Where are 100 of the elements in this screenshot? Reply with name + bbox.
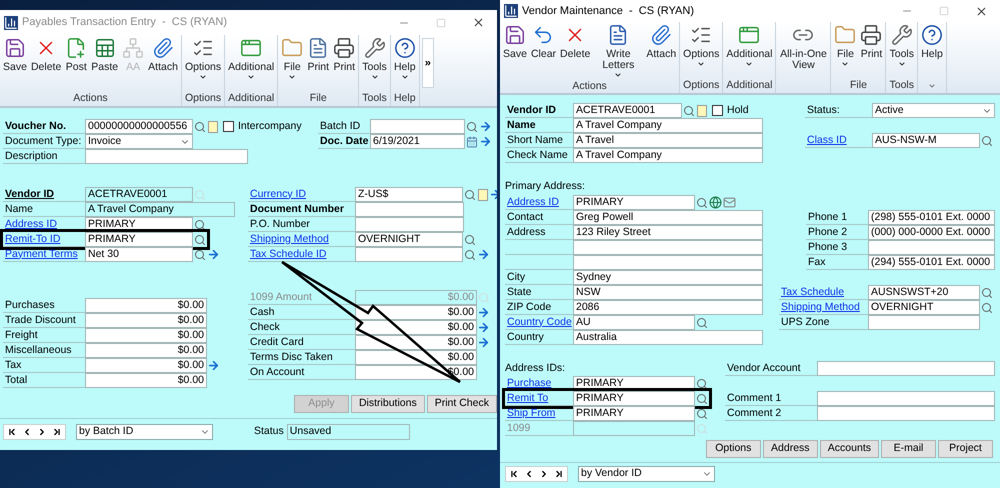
form-button[interactable]: Accounts bbox=[820, 440, 879, 458]
last-record-icon[interactable] bbox=[52, 427, 62, 437]
input-field[interactable]: ACETRAVE0001 bbox=[573, 103, 682, 118]
input-field[interactable] bbox=[573, 421, 695, 436]
field-link[interactable]: Address ID bbox=[5, 218, 57, 230]
ribbon-button[interactable]: Print bbox=[858, 24, 884, 60]
field-link[interactable]: Purchase bbox=[507, 376, 552, 390]
ribbon-button[interactable]: Save bbox=[1, 37, 29, 73]
ribbon-button[interactable]: Save bbox=[501, 24, 529, 60]
input-field[interactable]: PRIMARY bbox=[85, 232, 193, 247]
calendar-icon[interactable] bbox=[466, 136, 478, 148]
input-field[interactable] bbox=[573, 255, 763, 270]
input-field[interactable]: NSW bbox=[573, 285, 763, 300]
ribbon-button[interactable]: File bbox=[279, 37, 306, 81]
previous-record-icon[interactable] bbox=[524, 469, 534, 479]
input-field[interactable]: $0.00 bbox=[355, 335, 477, 350]
input-field[interactable]: 123 Riley Street bbox=[573, 225, 763, 240]
input-field[interactable] bbox=[355, 202, 464, 217]
ribbon-button[interactable]: Paste bbox=[89, 37, 120, 73]
field-link[interactable]: Shipping Method bbox=[781, 300, 860, 314]
close-icon[interactable] bbox=[472, 16, 485, 29]
search-icon[interactable] bbox=[194, 248, 206, 260]
field-link[interactable]: Remit To bbox=[507, 392, 548, 404]
ribbon-button[interactable]: Clear bbox=[528, 24, 558, 60]
input-field[interactable]: $0.00 bbox=[85, 298, 207, 313]
input-field[interactable] bbox=[817, 391, 995, 406]
arrow-right-icon[interactable] bbox=[207, 248, 220, 261]
input-field[interactable]: $0.00 bbox=[85, 343, 207, 358]
sort-dropdown[interactable]: by Batch ID bbox=[76, 424, 213, 440]
ribbon-button[interactable]: Print bbox=[305, 37, 332, 73]
note-icon[interactable] bbox=[208, 120, 218, 132]
search-icon[interactable] bbox=[696, 378, 708, 390]
input-field[interactable] bbox=[868, 315, 980, 330]
first-record-icon[interactable] bbox=[7, 427, 17, 437]
search-icon[interactable] bbox=[194, 218, 206, 230]
last-record-icon[interactable] bbox=[554, 469, 564, 479]
input-field[interactable]: (298) 555-0101 Ext. 0000 bbox=[868, 210, 995, 225]
dropdown-field[interactable]: Invoice bbox=[85, 134, 193, 149]
field-link[interactable]: Tax Schedule ID bbox=[250, 248, 326, 260]
ribbon-button[interactable]: Post bbox=[63, 37, 90, 73]
ribbon-button[interactable]: Options bbox=[681, 24, 722, 68]
form-button[interactable]: Print Check bbox=[426, 395, 497, 413]
input-field[interactable] bbox=[355, 217, 464, 232]
input-field[interactable]: (294) 555-0101 Ext. 0000 bbox=[868, 255, 995, 270]
note-icon[interactable] bbox=[478, 188, 488, 200]
input-field[interactable]: Z-US$ bbox=[355, 187, 463, 202]
ribbon-button[interactable]: Tools bbox=[360, 37, 389, 81]
field-link[interactable]: Tax Schedule bbox=[781, 286, 844, 298]
input-field[interactable]: $0.00 bbox=[85, 313, 207, 328]
input-field[interactable]: PRIMARY bbox=[573, 406, 695, 421]
note-icon[interactable] bbox=[697, 104, 707, 116]
input-field[interactable]: $0.00 bbox=[355, 320, 477, 335]
form-button[interactable]: Address bbox=[762, 440, 818, 458]
input-field[interactable]: 00000000000000556 bbox=[85, 119, 193, 134]
input-field[interactable]: PRIMARY bbox=[573, 195, 695, 210]
ribbon-button[interactable]: Additional bbox=[226, 37, 276, 81]
first-record-icon[interactable] bbox=[509, 469, 519, 479]
input-field[interactable]: $0.00 bbox=[85, 373, 207, 388]
field-link[interactable]: Country Code bbox=[507, 316, 572, 328]
search-icon[interactable] bbox=[696, 408, 708, 420]
globe-icon[interactable] bbox=[709, 196, 722, 209]
input-field[interactable] bbox=[355, 247, 463, 262]
form-button[interactable]: Project bbox=[938, 440, 993, 458]
input-field[interactable]: Sydney bbox=[573, 270, 763, 285]
input-field[interactable]: Net 30 bbox=[85, 247, 193, 262]
field-link[interactable]: Remit-To ID bbox=[5, 232, 60, 246]
mail-icon[interactable] bbox=[723, 196, 736, 209]
input-field[interactable]: AUS-NSW-M bbox=[872, 133, 980, 148]
input-field[interactable]: Australia bbox=[573, 330, 763, 345]
next-record-icon[interactable] bbox=[37, 427, 47, 437]
input-field[interactable] bbox=[573, 240, 763, 255]
input-field[interactable]: AU bbox=[573, 315, 695, 330]
input-field[interactable]: A Travel Company bbox=[573, 148, 763, 163]
ribbon-button[interactable]: Attach bbox=[146, 37, 180, 73]
ribbon-button[interactable]: Delete bbox=[28, 37, 64, 73]
input-field[interactable]: Greg Powell bbox=[573, 210, 763, 225]
input-field[interactable]: OVERNIGHT bbox=[355, 232, 463, 247]
caret-icon[interactable] bbox=[928, 82, 936, 90]
form-button[interactable]: Options bbox=[706, 440, 761, 458]
ribbon-button[interactable]: All-in-One View bbox=[777, 24, 830, 71]
input-field[interactable]: AUSNSWST+20 bbox=[868, 285, 980, 300]
field-link[interactable]: Class ID bbox=[807, 134, 847, 146]
field-link[interactable]: Address ID bbox=[507, 196, 559, 208]
input-field[interactable]: A Travel bbox=[573, 133, 763, 148]
close-icon[interactable] bbox=[975, 4, 988, 18]
ribbon-button[interactable]: Additional bbox=[724, 24, 774, 68]
input-field[interactable]: $0.00 bbox=[85, 358, 207, 373]
ribbon-button[interactable]: Print bbox=[331, 37, 358, 73]
form-button[interactable]: Distributions bbox=[350, 395, 425, 413]
field-link[interactable]: Payment Terms bbox=[5, 248, 78, 260]
ribbon-button[interactable]: Write Letters bbox=[592, 24, 644, 79]
input-field[interactable]: OVERNIGHT bbox=[868, 300, 980, 315]
ribbon-button[interactable]: Attach bbox=[644, 24, 678, 60]
checkbox[interactable] bbox=[712, 105, 723, 116]
form-button[interactable]: E-mail bbox=[881, 440, 936, 458]
input-field[interactable]: $0.00 bbox=[355, 305, 477, 320]
input-field[interactable]: $0.00 bbox=[355, 350, 477, 365]
ribbon-button[interactable]: File bbox=[832, 24, 858, 68]
field-link[interactable]: Ship From bbox=[507, 406, 556, 420]
ribbon-button[interactable]: Help bbox=[392, 37, 418, 81]
